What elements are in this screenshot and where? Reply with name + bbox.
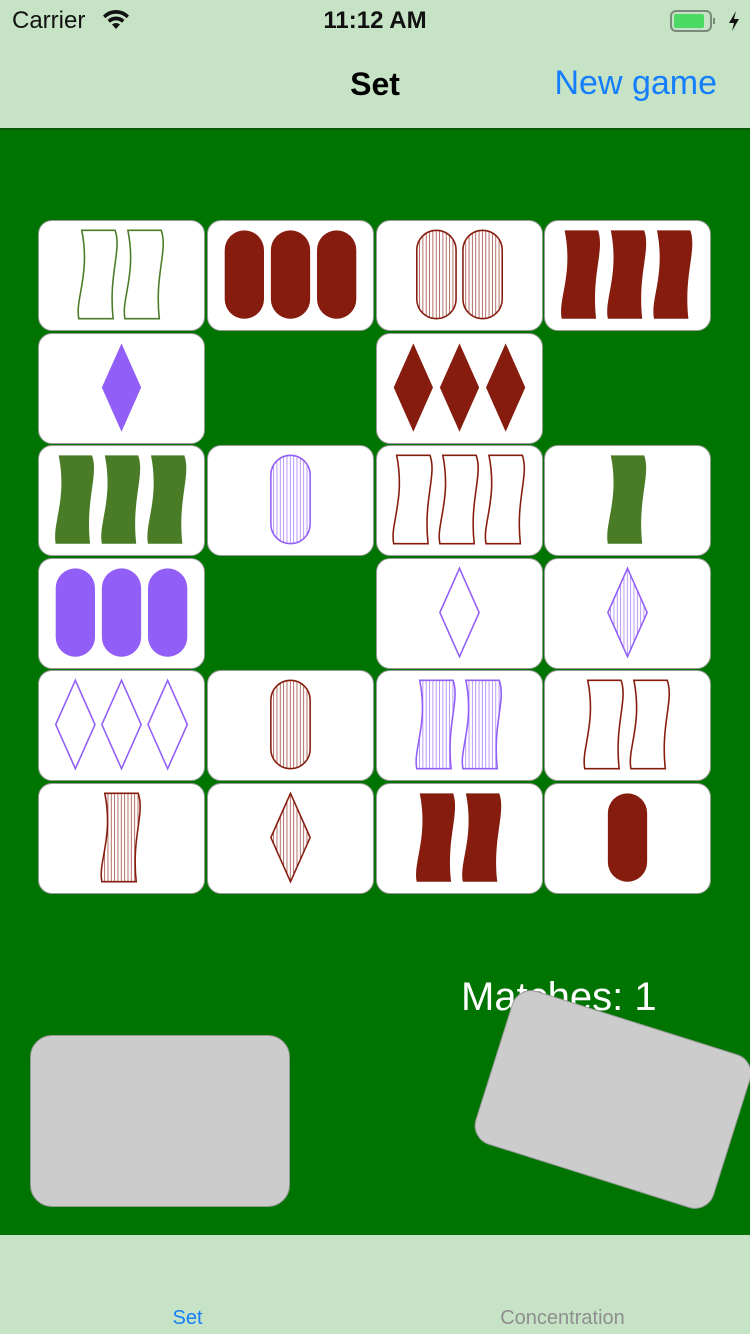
card-face	[439, 566, 480, 659]
card-face	[607, 455, 647, 544]
card-face	[55, 568, 188, 657]
set-card[interactable]	[207, 445, 374, 556]
set-card[interactable]	[38, 333, 205, 444]
navigation-bar: Set New game	[0, 40, 750, 128]
squiggle-symbol	[392, 454, 433, 545]
stripe-fill	[273, 680, 311, 769]
set-card[interactable]	[207, 670, 374, 781]
card-face	[55, 455, 187, 544]
set-card[interactable]	[544, 670, 711, 781]
squiggle-symbol	[438, 454, 479, 545]
diamond-symbol	[101, 343, 142, 432]
set-card[interactable]	[376, 333, 543, 444]
card-face	[393, 343, 526, 432]
set-card[interactable]	[376, 783, 543, 894]
set-card[interactable]	[38, 558, 205, 669]
set-card[interactable]	[376, 558, 543, 669]
diamond-symbol	[439, 343, 480, 432]
squiggle-symbol	[629, 679, 671, 770]
card-face	[415, 679, 503, 770]
charging-bolt-icon	[729, 11, 739, 31]
card-face	[77, 229, 165, 320]
card-face	[392, 454, 526, 545]
deal-deck[interactable]	[30, 1035, 290, 1207]
card-face	[415, 229, 504, 320]
diamond-symbol	[54, 678, 96, 771]
card-face	[607, 566, 648, 659]
tab-concentration-label: Concentration	[500, 1307, 625, 1329]
card-face	[224, 230, 357, 319]
set-card[interactable]	[207, 220, 374, 331]
squiggle-symbol	[462, 793, 502, 882]
tab-bar: Set Concentration	[0, 1235, 750, 1334]
squiggle-symbol	[101, 455, 141, 544]
app-root: Carrier 11:12 AM Set New game Matches: 1…	[0, 0, 750, 1334]
set-card[interactable]	[544, 220, 711, 331]
stripe-fill	[465, 230, 503, 319]
tab-concentration[interactable]: Concentration	[375, 1235, 750, 1334]
set-card[interactable]	[207, 783, 374, 894]
set-card[interactable]	[38, 783, 205, 894]
squiggle-symbol	[147, 455, 187, 544]
squiggle-symbol	[484, 454, 526, 545]
squiggle-symbol	[55, 455, 95, 544]
set-card[interactable]	[376, 670, 543, 781]
clock: 11:12 AM	[323, 7, 427, 34]
stripe-fill	[101, 793, 139, 882]
stripe-fill	[419, 230, 457, 319]
stripe-fill	[273, 793, 311, 882]
tab-set-label: Set	[172, 1307, 203, 1329]
squiggle-symbol	[653, 230, 693, 319]
diamond-symbol	[439, 566, 480, 659]
squiggle-symbol	[77, 229, 118, 320]
game-board: Matches: 1	[0, 128, 750, 1235]
squiggle-symbol	[583, 679, 624, 770]
diamond-symbol	[486, 343, 526, 432]
card-face	[100, 792, 141, 883]
new-game-button[interactable]: New game	[554, 64, 717, 103]
stripe-fill	[610, 568, 648, 657]
battery-charging-icon	[670, 10, 715, 32]
discard-pile[interactable]	[469, 985, 750, 1214]
set-card[interactable]	[376, 220, 543, 331]
oval-symbol	[148, 568, 188, 657]
card-face	[270, 454, 311, 545]
tab-set[interactable]: Set	[0, 1235, 375, 1334]
set-card[interactable]	[38, 220, 205, 331]
card-face	[561, 230, 693, 319]
card-face	[270, 679, 311, 770]
oval-symbol	[607, 793, 648, 882]
card-face	[101, 343, 142, 432]
diamond-symbol	[393, 343, 433, 432]
oval-symbol	[224, 230, 264, 319]
squiggle-symbol	[561, 230, 601, 319]
status-bar: Carrier 11:12 AM	[0, 0, 750, 40]
oval-symbol	[317, 230, 357, 319]
oval-symbol	[101, 568, 142, 657]
card-face	[607, 793, 648, 882]
set-card[interactable]	[376, 445, 543, 556]
diamond-symbol	[147, 678, 189, 771]
squiggle-symbol	[607, 455, 647, 544]
set-card[interactable]	[38, 670, 205, 781]
stripe-fill	[416, 680, 454, 769]
oval-symbol	[270, 230, 311, 319]
set-card[interactable]	[38, 445, 205, 556]
stripe-fill	[462, 680, 500, 769]
set-card[interactable]	[544, 445, 711, 556]
stripe-fill	[273, 455, 311, 544]
squiggle-symbol	[123, 229, 165, 320]
card-face	[270, 791, 311, 884]
squiggle-symbol	[607, 230, 647, 319]
set-card[interactable]	[544, 558, 711, 669]
card-face	[54, 678, 189, 771]
diamond-symbol	[101, 678, 142, 771]
oval-symbol	[55, 568, 95, 657]
card-face	[583, 679, 671, 770]
squiggle-symbol	[416, 793, 456, 882]
set-card[interactable]	[544, 783, 711, 894]
card-face	[416, 793, 502, 882]
